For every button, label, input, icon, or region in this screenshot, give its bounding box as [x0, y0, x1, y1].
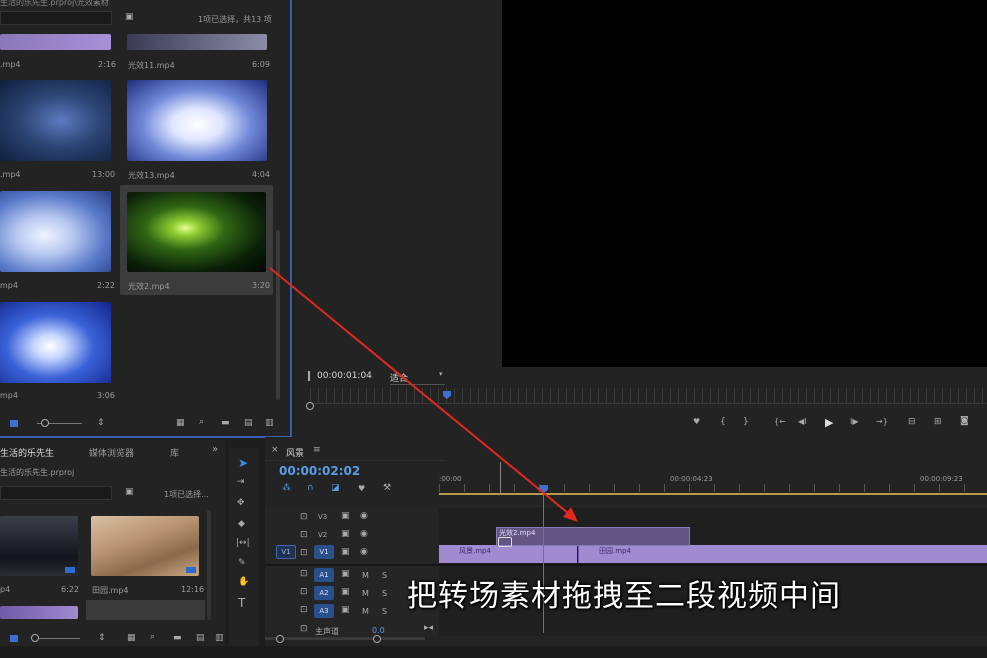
annotation-arrow — [269, 267, 578, 522]
